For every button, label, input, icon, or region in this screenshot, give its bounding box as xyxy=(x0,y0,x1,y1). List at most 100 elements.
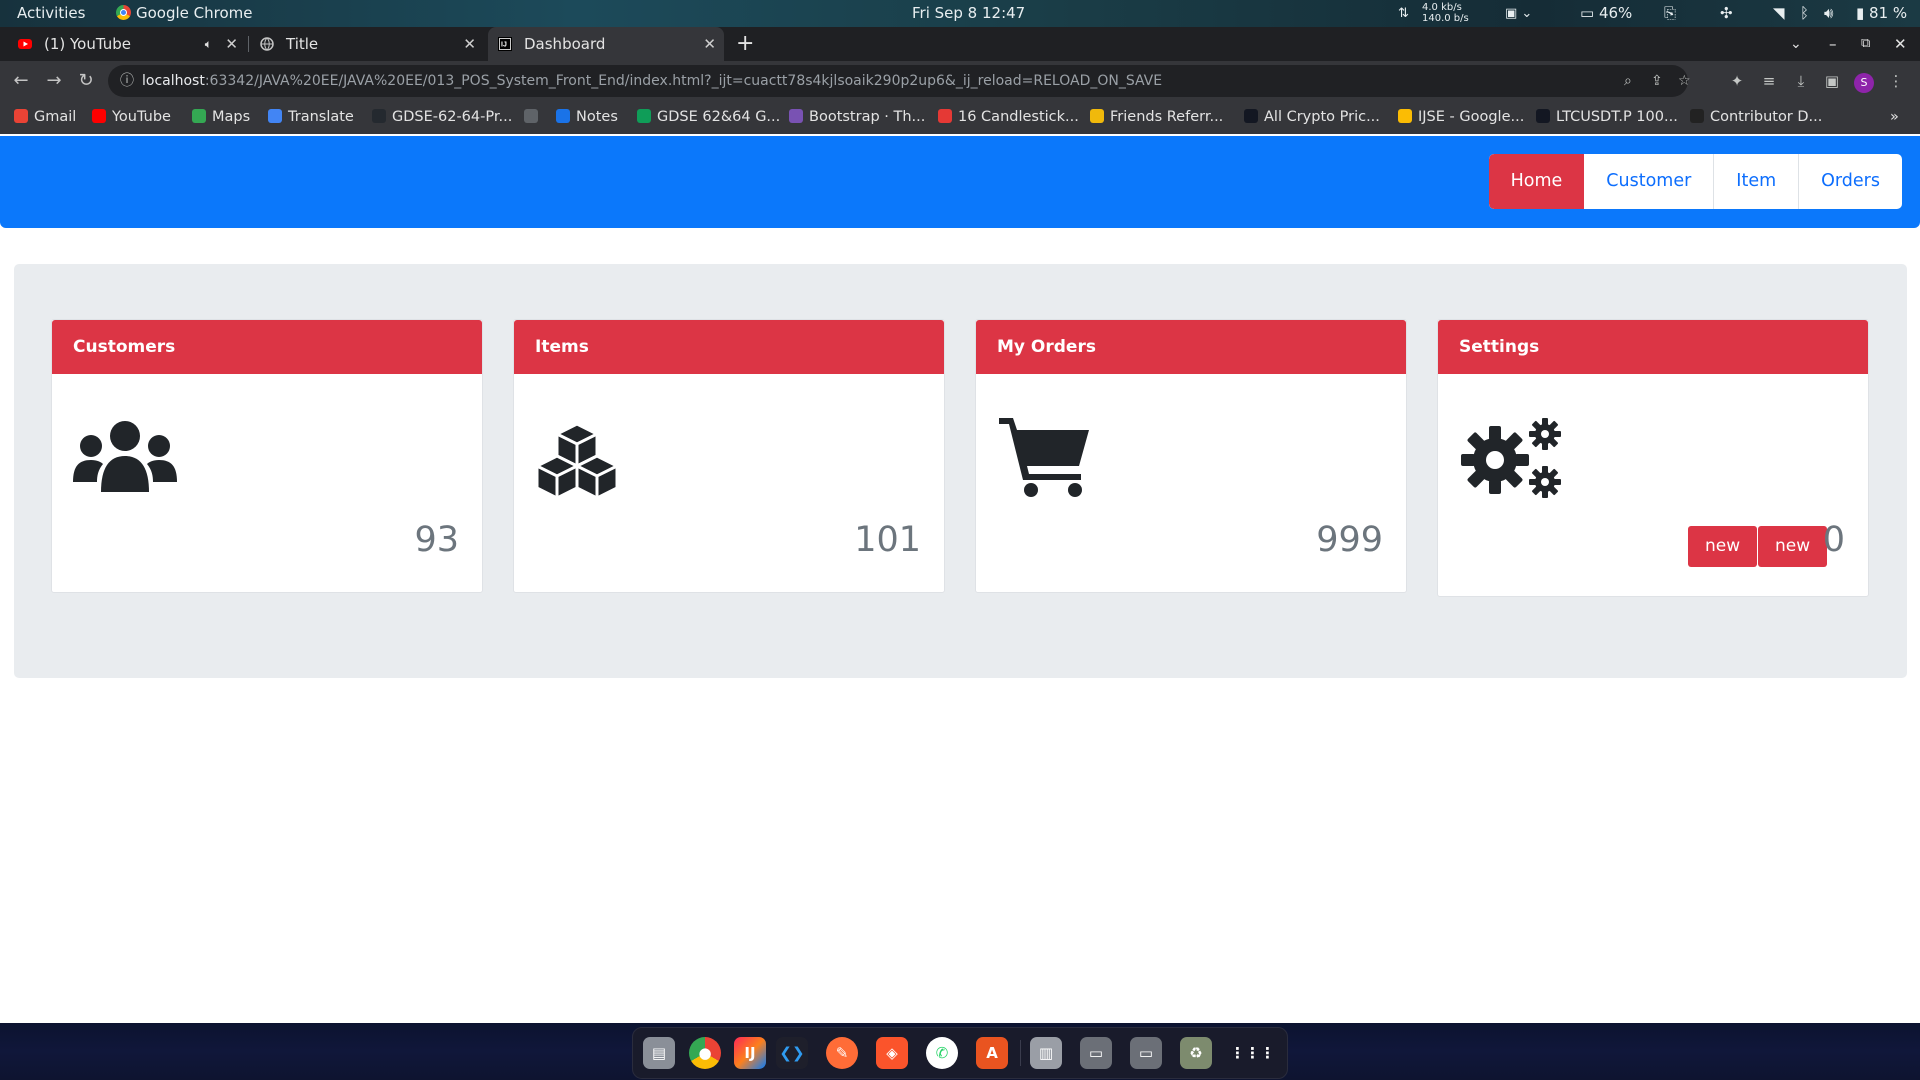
network-arrows-icon: ⇅ xyxy=(1398,6,1409,21)
close-tab-icon[interactable]: ✕ xyxy=(225,27,238,61)
tab-dashboard[interactable]: IJ Dashboard ✕ xyxy=(488,27,724,61)
new-tab-button[interactable]: + xyxy=(736,27,760,61)
clock[interactable]: Fri Sep 8 12:47 xyxy=(912,0,1025,27)
window-close-icon[interactable]: ✕ xyxy=(1894,27,1914,61)
dock-postman-icon[interactable]: ✎ xyxy=(826,1037,858,1069)
mute-icon[interactable]: 🔈︎ xyxy=(205,27,212,61)
share-icon[interactable]: ⇪ xyxy=(1651,65,1663,97)
top-navbar: Home Customer Item Orders xyxy=(0,136,1920,228)
bookmark-maps[interactable]: Maps xyxy=(192,101,250,134)
bookmark-friends-referr[interactable]: Friends Referr... xyxy=(1090,101,1223,134)
site-info-icon[interactable]: ⓘ xyxy=(120,65,134,97)
dock-separator xyxy=(1020,1040,1021,1066)
bookmark-favicon-icon xyxy=(1398,109,1412,123)
dock-ssd-2-icon[interactable]: ▭ xyxy=(1130,1037,1162,1069)
dock-app-center-icon[interactable]: A xyxy=(976,1037,1008,1069)
reading-list-icon[interactable]: ≡ xyxy=(1757,69,1781,93)
side-panel-icon[interactable]: ▣ xyxy=(1820,69,1844,93)
nav-customer[interactable]: Customer xyxy=(1584,154,1713,209)
zoom-icon[interactable]: ⌕ xyxy=(1624,65,1632,97)
settings-card: Settings new new 0 xyxy=(1437,319,1869,597)
forward-icon[interactable]: → xyxy=(42,69,66,93)
battery-status[interactable]: ▮ 81 % xyxy=(1856,0,1907,27)
cart-icon xyxy=(999,418,1089,497)
more-bookmarks-icon[interactable]: » xyxy=(1890,101,1899,134)
minimize-icon[interactable]: – xyxy=(1829,27,1849,61)
dock-ssd-1-icon[interactable]: ▭ xyxy=(1080,1037,1112,1069)
svg-text:IJ: IJ xyxy=(501,42,507,49)
dock-app-grid-icon[interactable]: ⋮⋮⋮ xyxy=(1230,1037,1275,1069)
bookmark-notes[interactable]: Notes xyxy=(556,101,618,134)
bookmark-label: Contributor D... xyxy=(1710,109,1823,125)
download-icon[interactable]: ⤓ xyxy=(1789,69,1813,93)
nav-home[interactable]: Home xyxy=(1488,154,1585,209)
bookmark-ijse-google[interactable]: IJSE - Google... xyxy=(1398,101,1524,134)
bookmark-16-candlestick[interactable]: 16 Candlestick... xyxy=(938,101,1079,134)
dashboard-panel: Customers 93 Items 101 My Orders 999 Set… xyxy=(14,264,1907,678)
tab-divider xyxy=(248,36,249,52)
bookmark-bootstrap-th[interactable]: Bootstrap · Th... xyxy=(789,101,925,134)
clipboard-icon[interactable]: ⎘ xyxy=(1664,0,1676,27)
cpu-usage[interactable]: ▭ 46% xyxy=(1580,0,1632,27)
reload-icon[interactable]: ↻ xyxy=(74,69,98,93)
bookmark-translate[interactable]: Translate xyxy=(268,101,354,134)
card-title: Customers xyxy=(52,320,482,374)
address-bar[interactable]: ⓘ localhost:63342/JAVA%20EE/JAVA%20EE/01… xyxy=(108,65,1691,97)
settings-count: 0 xyxy=(1822,520,1845,560)
bookmark-label: Maps xyxy=(212,109,251,125)
menu-kebab-icon[interactable]: ⋮ xyxy=(1884,69,1908,93)
dock-trash-icon[interactable]: ♻ xyxy=(1180,1037,1212,1069)
bookmark-label: Bootstrap · Th... xyxy=(809,109,926,125)
dock-vscode-icon[interactable]: ❮❯ xyxy=(776,1037,808,1069)
app-menu[interactable]: Google Chrome xyxy=(116,0,253,27)
dock-files-icon[interactable]: ▤ xyxy=(643,1037,675,1069)
dock-brave-icon[interactable]: ◈ xyxy=(876,1037,908,1069)
order-count: 999 xyxy=(1316,520,1383,560)
bookmark-contributor-d[interactable]: Contributor D... xyxy=(1690,101,1822,134)
volume-icon[interactable]: 🔊︎ xyxy=(1824,0,1833,27)
dock-chrome-icon[interactable]: ● xyxy=(689,1037,721,1069)
extension-icon[interactable]: ✣ xyxy=(1720,0,1733,27)
bookmark-gdse-62-64-g[interactable]: GDSE 62&64 G... xyxy=(637,101,780,134)
dock-disk-icon[interactable]: ▥ xyxy=(1030,1037,1062,1069)
bookmark-favicon-icon xyxy=(14,109,28,123)
dock-intellij-icon[interactable]: IJ xyxy=(734,1037,766,1069)
tab-search-icon[interactable]: ⌄ xyxy=(1790,27,1810,61)
new-button-1[interactable]: new xyxy=(1688,526,1758,567)
bookmark-gmail[interactable]: Gmail xyxy=(14,101,76,134)
tab-strip: (1) YouTube 🔈︎ ✕ Title ✕ IJ Dashboard ✕ … xyxy=(0,27,1920,61)
screenshot-icon[interactable]: ▣ ⌄ xyxy=(1505,0,1532,27)
cpu-value: 46% xyxy=(1598,4,1633,22)
item-count: 101 xyxy=(854,520,921,560)
back-icon[interactable]: ← xyxy=(9,69,33,93)
bluetooth-icon[interactable]: ᛒ xyxy=(1800,0,1809,27)
tab-youtube[interactable]: (1) YouTube 🔈︎ ✕ xyxy=(8,27,246,61)
bookmark-globe[interactable] xyxy=(524,101,544,134)
activities-button[interactable]: Activities xyxy=(17,0,85,27)
close-tab-icon[interactable]: ✕ xyxy=(463,27,476,61)
close-tab-icon[interactable]: ✕ xyxy=(703,27,716,61)
tab-title-page[interactable]: Title ✕ xyxy=(250,27,484,61)
bookmark-ltcusdt-p-100[interactable]: LTCUSDT.P 100... xyxy=(1536,101,1678,134)
network-speed: 4.0 kb/s 140.0 b/s xyxy=(1422,2,1469,29)
bookmark-star-icon[interactable]: ☆ xyxy=(1678,65,1691,97)
bookmark-all-crypto-pric[interactable]: All Crypto Pric... xyxy=(1244,101,1380,134)
bookmark-label: Translate xyxy=(288,109,354,125)
nav-item[interactable]: Item xyxy=(1713,154,1798,209)
restore-icon[interactable]: ⧉ xyxy=(1861,27,1881,61)
url-host: localhost xyxy=(142,73,205,89)
users-icon xyxy=(73,421,177,492)
bookmark-youtube[interactable]: YouTube xyxy=(92,101,171,134)
wifi-icon[interactable]: ◥ xyxy=(1773,0,1785,27)
app-name: Google Chrome xyxy=(136,4,253,22)
nav-orders[interactable]: Orders xyxy=(1798,154,1902,209)
bookmark-gdse-62-64-pr[interactable]: GDSE-62-64-Pr... xyxy=(372,101,512,134)
bookmark-label: Gmail xyxy=(34,109,77,125)
youtube-icon xyxy=(18,39,32,49)
new-button-2[interactable]: new xyxy=(1758,526,1828,567)
extensions-icon[interactable]: ✦ xyxy=(1725,69,1749,93)
url-text[interactable]: localhost:63342/JAVA%20EE/JAVA%20EE/013_… xyxy=(142,65,1162,97)
bookmarks-bar: Gmail YouTube Maps Translate GDSE-62-64-Pr..… xyxy=(0,101,1920,135)
dock-whatsapp-icon[interactable]: ✆ xyxy=(926,1037,958,1069)
profile-avatar[interactable]: S xyxy=(1852,69,1876,93)
